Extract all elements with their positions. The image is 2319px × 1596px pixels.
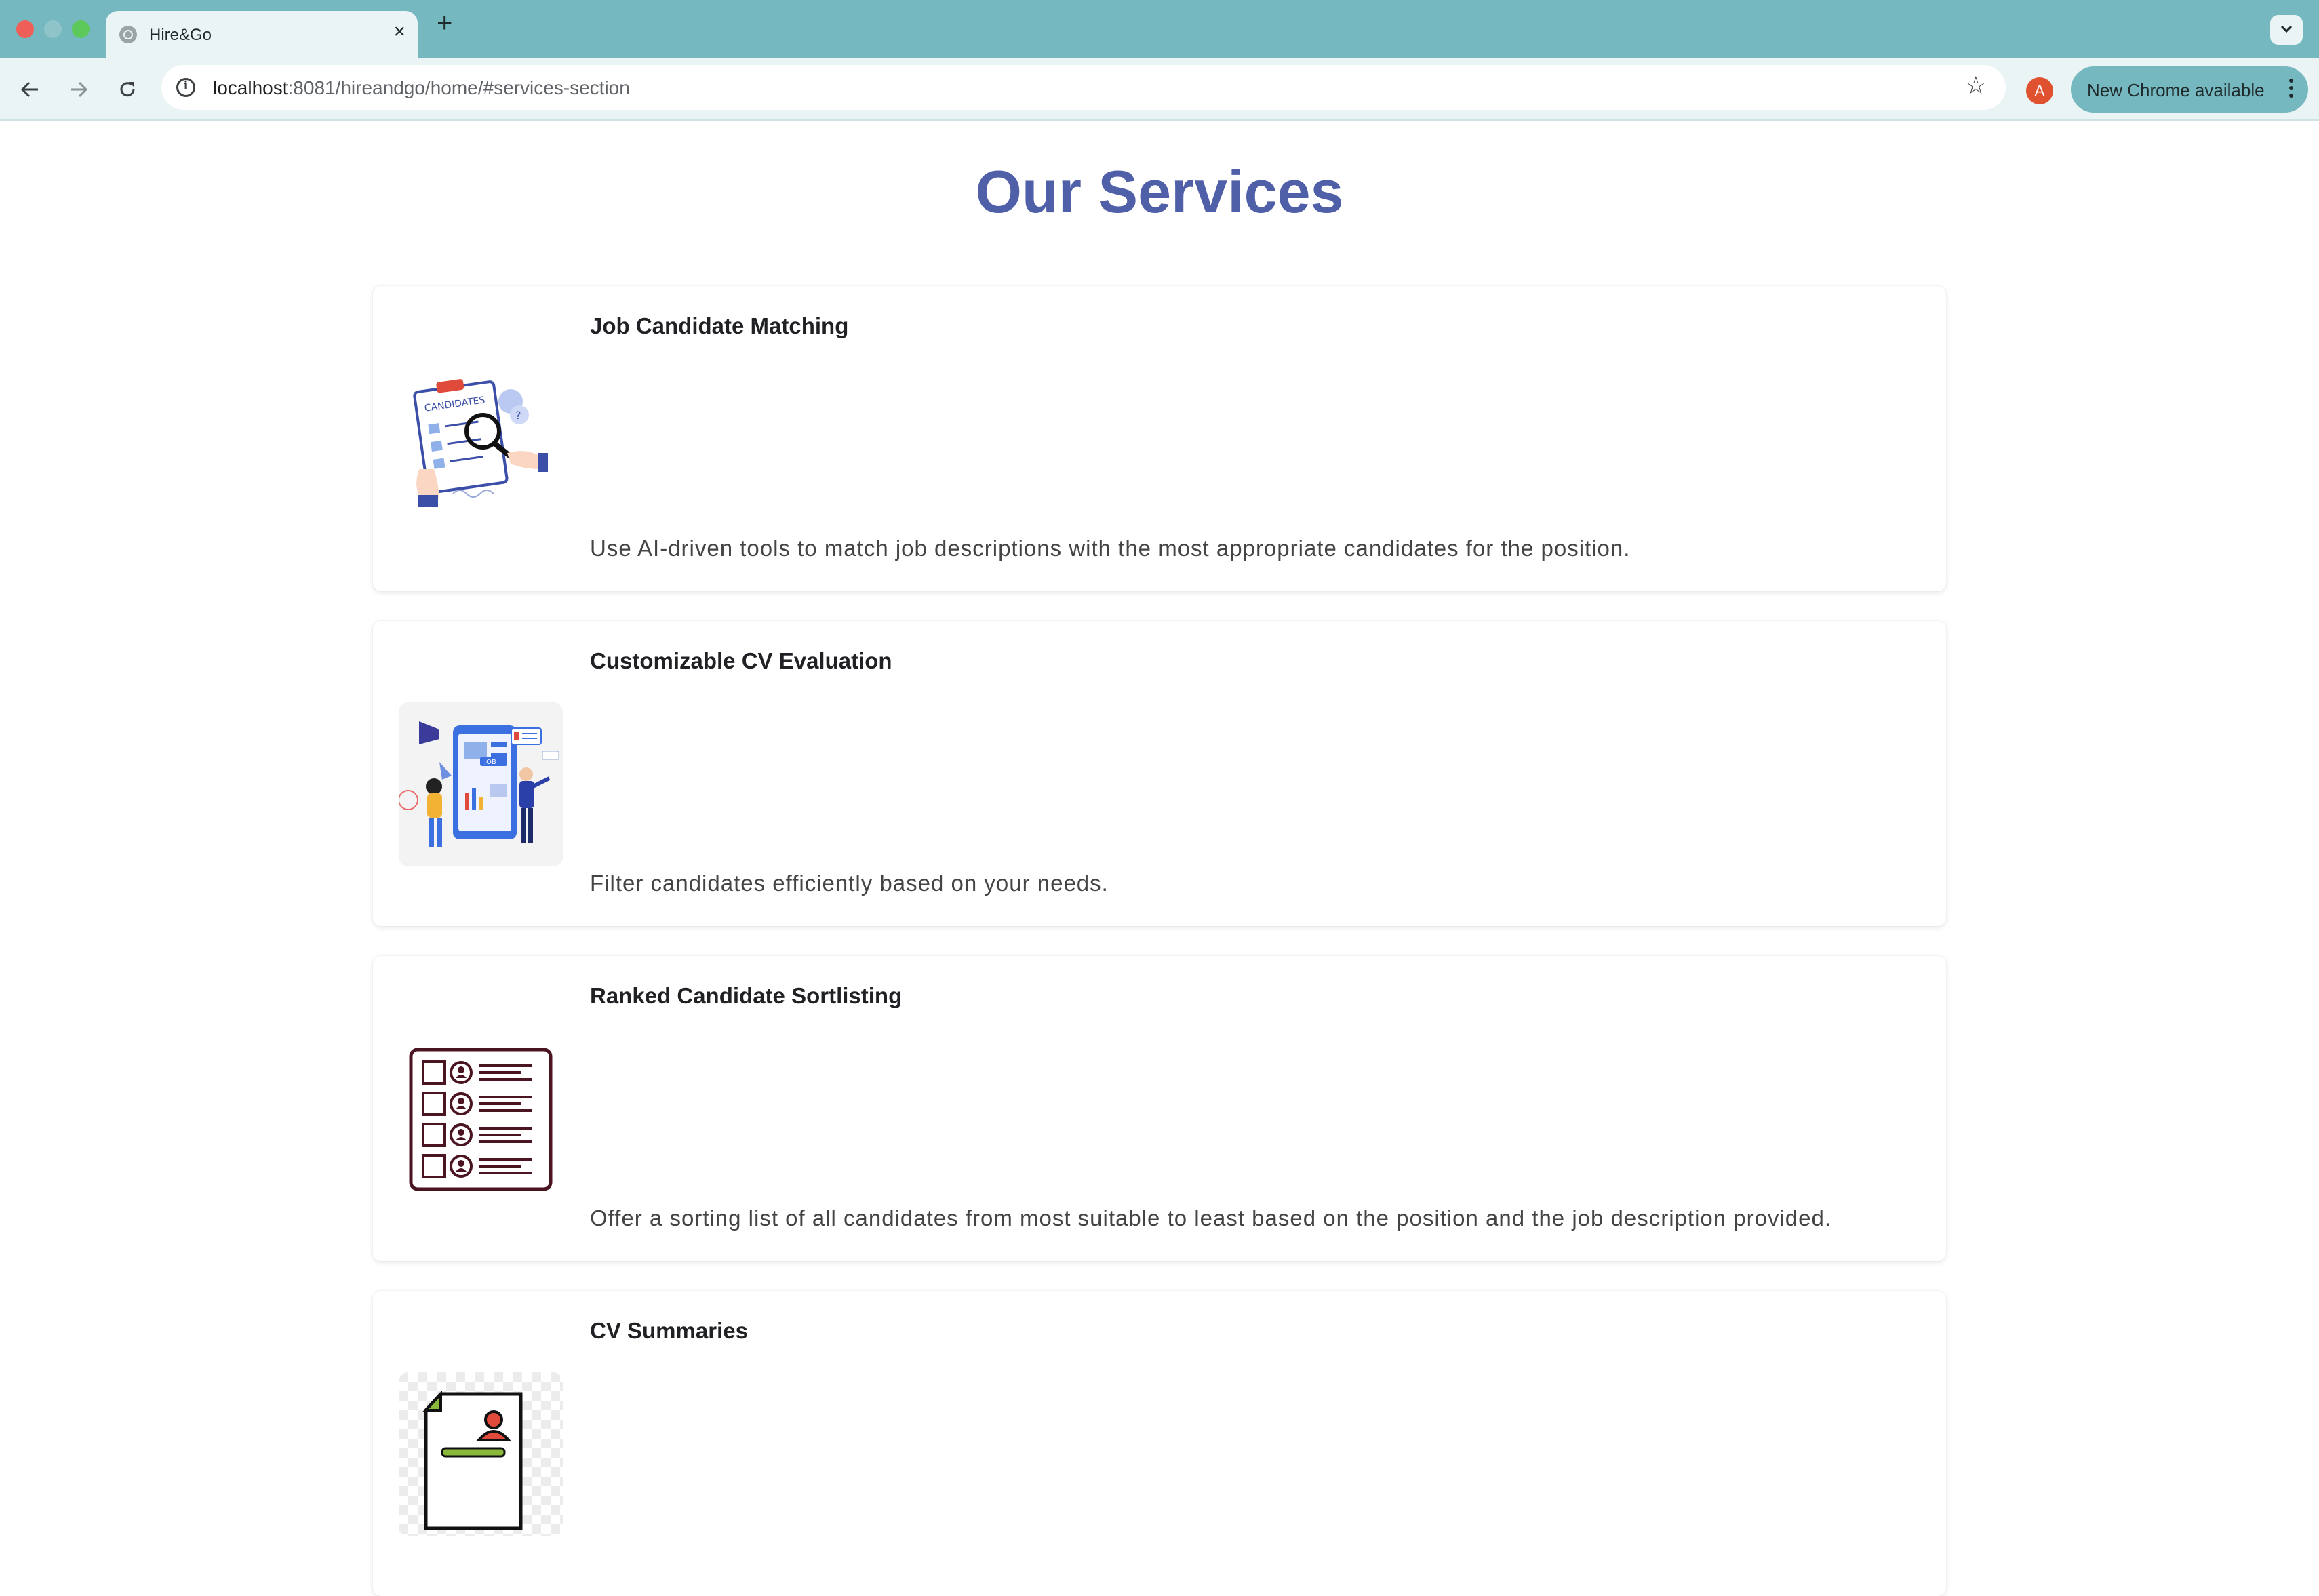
tab-search-button[interactable] <box>2270 15 2303 45</box>
close-window-button[interactable] <box>16 20 34 38</box>
address-bar[interactable]: localhost:8081/hireandgo/home/#services-… <box>161 65 2006 110</box>
chevron-down-icon <box>2280 25 2293 33</box>
back-arrow-icon <box>20 81 38 98</box>
bookmark-star-icon[interactable]: ☆ <box>1965 73 1987 98</box>
services-section: Our Services CANDIDATES ? Job Candidate … <box>0 121 2319 1596</box>
new-tab-button[interactable]: + <box>437 9 452 37</box>
url-text[interactable]: localhost:8081/hireandgo/home/#services-… <box>213 77 630 99</box>
forward-arrow-icon <box>71 81 88 98</box>
globe-icon <box>119 26 137 43</box>
forward-button[interactable] <box>64 75 94 104</box>
browser-toolbar: localhost:8081/hireandgo/home/#services-… <box>0 58 2319 121</box>
browser-tab-strip: Hire&Go × + <box>0 0 2319 58</box>
profile-avatar[interactable]: A <box>2026 77 2053 104</box>
service-title: Ranked Candidate Sortlisting <box>590 983 903 1008</box>
new-chrome-available-button[interactable]: New Chrome available <box>2071 66 2308 113</box>
reload-button[interactable] <box>113 75 142 104</box>
svg-text:JOB: JOB <box>483 759 496 766</box>
svg-text:?: ? <box>515 409 521 422</box>
service-title: CV Summaries <box>590 1318 748 1343</box>
service-description: Filter candidates efficiently based on y… <box>590 871 1109 896</box>
ranked-list-icon <box>399 1037 563 1201</box>
cv-document-icon <box>399 1372 563 1536</box>
service-card: CV Summaries <box>373 1291 1946 1596</box>
reload-icon <box>120 82 135 97</box>
site-info-icon[interactable] <box>176 78 195 97</box>
minimize-window-button[interactable] <box>44 20 62 38</box>
service-title: Job Candidate Matching <box>590 313 849 338</box>
update-label: New Chrome available <box>2087 80 2265 100</box>
service-title: Customizable CV Evaluation <box>590 648 892 673</box>
tab-close-icon[interactable]: × <box>393 22 405 42</box>
browser-tab[interactable]: Hire&Go × <box>106 11 418 58</box>
service-card: Ranked Candidate Sortlisting Offer a sor… <box>373 956 1946 1261</box>
service-description: Use AI-driven tools to match job descrip… <box>590 536 1631 561</box>
cv-evaluation-illustration-icon: JOB <box>399 702 563 866</box>
menu-kebab-icon[interactable] <box>2289 79 2293 100</box>
section-title: Our Services <box>975 158 1344 225</box>
back-button[interactable] <box>15 75 45 104</box>
maximize-window-button[interactable] <box>72 20 90 38</box>
service-card: JOB Customizable CV Evaluation Filter ca… <box>373 621 1946 926</box>
service-description: Offer a sorting list of all candidates f… <box>590 1205 1832 1231</box>
tab-title: Hire&Go <box>149 26 212 44</box>
candidate-search-illustration-icon: CANDIDATES ? <box>399 367 563 532</box>
service-card: CANDIDATES ? Job Candidate Matching Use … <box>373 286 1946 591</box>
